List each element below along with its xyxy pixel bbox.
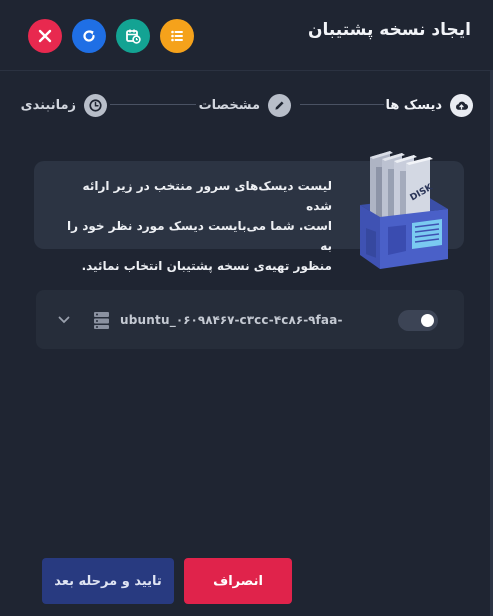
info-text: لیست دیسک‌های سرور منتخب در زیر ارائه شد… [67,179,332,273]
disk-name: ubuntu_۰۶۰۹۸۴۶۷-c۳cc-۴c۸۶-۹faa- [120,313,343,327]
step-label-schedule: زمانبندی [20,97,76,113]
list-button[interactable] [160,19,194,53]
cloud-upload-icon [450,93,473,117]
pencil-icon [268,93,291,117]
step-schedule[interactable]: زمانبندی [21,93,107,117]
step-connector [110,104,196,105]
step-label-disks: دیسک ها [385,97,442,113]
step-specs[interactable]: مشخصات [199,93,291,117]
page-title: ایجاد نسخه پشتیبان [307,20,471,40]
header-divider [0,70,493,71]
toggle-knob [421,314,434,327]
disk-select-toggle[interactable] [398,310,438,331]
step-connector [300,104,384,105]
header: ایجاد نسخه پشتیبان [0,0,493,70]
calendar-clock-icon [126,29,141,44]
chevron-down-icon[interactable] [57,313,71,327]
schedule-button[interactable] [116,19,150,53]
clock-icon [84,93,107,117]
close-button[interactable] [28,19,62,53]
cancel-button[interactable]: انصراف [184,558,292,604]
step-label-specs: مشخصات [198,97,260,113]
close-icon [38,29,52,43]
confirm-next-button[interactable]: تایید و مرحله بعد [42,558,174,604]
server-icon [94,312,109,329]
disk-illustration: DISK [360,151,448,269]
refresh-icon [83,30,95,42]
refresh-button[interactable] [72,19,106,53]
step-disks[interactable]: دیسک ها [385,93,473,117]
list-icon [171,30,183,42]
